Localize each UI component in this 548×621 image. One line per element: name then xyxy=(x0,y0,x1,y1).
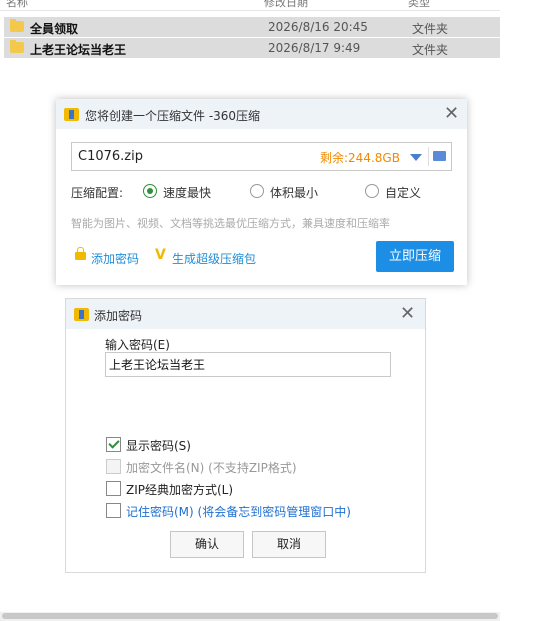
chevron-down-icon[interactable] xyxy=(410,154,422,161)
row-type: 文件夹 xyxy=(412,22,449,36)
folder-icon xyxy=(10,19,24,32)
space-remaining: 剩余:244.8GB xyxy=(320,151,400,165)
zip-icon xyxy=(74,308,89,321)
encrypt-filenames-checkbox xyxy=(106,459,121,474)
compress-dialog: 您将创建一个压缩文件 -360压缩 ✕ C1076.zip 剩余:244.8GB… xyxy=(56,99,467,285)
super-package-link[interactable]: 生成超级压缩包 xyxy=(172,250,256,267)
lock-icon xyxy=(75,247,86,260)
v-icon: V xyxy=(155,247,166,263)
dialog-titlebar: 您将创建一个压缩文件 -360压缩 ✕ xyxy=(56,99,467,129)
show-password-checkbox[interactable] xyxy=(106,437,121,452)
radio-custom[interactable] xyxy=(365,184,379,198)
row-name: 上老王论坛当老王 xyxy=(30,43,127,57)
dialog-title: 您将创建一个压缩文件 -360压缩 xyxy=(85,109,261,123)
remember-password-checkbox[interactable] xyxy=(106,503,121,518)
browse-folder-icon[interactable] xyxy=(433,151,446,161)
password-label: 输入密码(E) xyxy=(105,338,170,352)
compress-hint: 智能为图片、视频、文档等挑选最优压缩方式，兼具速度和压缩率 xyxy=(71,217,390,230)
config-label: 压缩配置: xyxy=(71,186,124,200)
column-name[interactable]: 名称 xyxy=(6,0,28,10)
file-row[interactable]: 全員领取 2026/8/16 20:45 文件夹 xyxy=(4,17,500,37)
row-date: 2026/8/17 9:49 xyxy=(268,41,361,55)
remember-password-label[interactable]: 记住密码(M) (将会备忘到密码管理窗口中) xyxy=(126,503,351,520)
compress-now-button[interactable]: 立即压缩 xyxy=(376,241,454,272)
ok-button[interactable]: 确认 xyxy=(170,531,244,558)
password-dialog: 添加密码 ✕ 输入密码(E) 上老王论坛当老王 显示密码(S) 加密文件名(N)… xyxy=(65,298,426,573)
filename-field[interactable]: C1076.zip 剩余:244.8GB xyxy=(71,142,452,171)
radio-smallest[interactable] xyxy=(250,184,264,198)
zip-icon xyxy=(64,108,79,121)
column-date[interactable]: 修改日期 xyxy=(264,0,308,10)
column-type[interactable]: 类型 xyxy=(408,0,430,10)
row-date: 2026/8/16 20:45 xyxy=(268,20,368,34)
column-header: 名称 修改日期 类型 xyxy=(0,0,500,11)
close-icon[interactable]: ✕ xyxy=(400,305,415,323)
filename-value[interactable]: C1076.zip xyxy=(78,149,143,164)
divider xyxy=(428,147,429,166)
close-icon[interactable]: ✕ xyxy=(444,105,459,123)
row-type: 文件夹 xyxy=(412,43,449,57)
encrypt-filenames-label: 加密文件名(N) (不支持ZIP格式) xyxy=(126,461,297,475)
dialog-title: 添加密码 xyxy=(94,309,143,323)
zip-classic-label[interactable]: ZIP经典加密方式(L) xyxy=(126,481,233,498)
radio-fastest[interactable] xyxy=(143,184,157,198)
add-password-link[interactable]: 添加密码 xyxy=(91,250,139,267)
folder-icon xyxy=(10,40,24,53)
password-value[interactable]: 上老王论坛当老王 xyxy=(109,356,205,373)
cancel-button[interactable]: 取消 xyxy=(252,531,326,558)
row-name: 全員领取 xyxy=(30,22,79,36)
dialog-titlebar: 添加密码 ✕ xyxy=(66,299,425,329)
option-fastest-label[interactable]: 速度最快 xyxy=(163,184,211,201)
scrollbar-thumb[interactable] xyxy=(2,613,498,619)
option-smallest-label[interactable]: 体积最小 xyxy=(270,184,318,201)
password-input[interactable]: 上老王论坛当老王 xyxy=(105,352,391,377)
option-custom-label[interactable]: 自定义 xyxy=(385,184,421,201)
show-password-label[interactable]: 显示密码(S) xyxy=(126,437,191,454)
zip-classic-checkbox[interactable] xyxy=(106,481,121,496)
file-row[interactable]: 上老王论坛当老王 2026/8/17 9:49 文件夹 xyxy=(4,38,500,58)
